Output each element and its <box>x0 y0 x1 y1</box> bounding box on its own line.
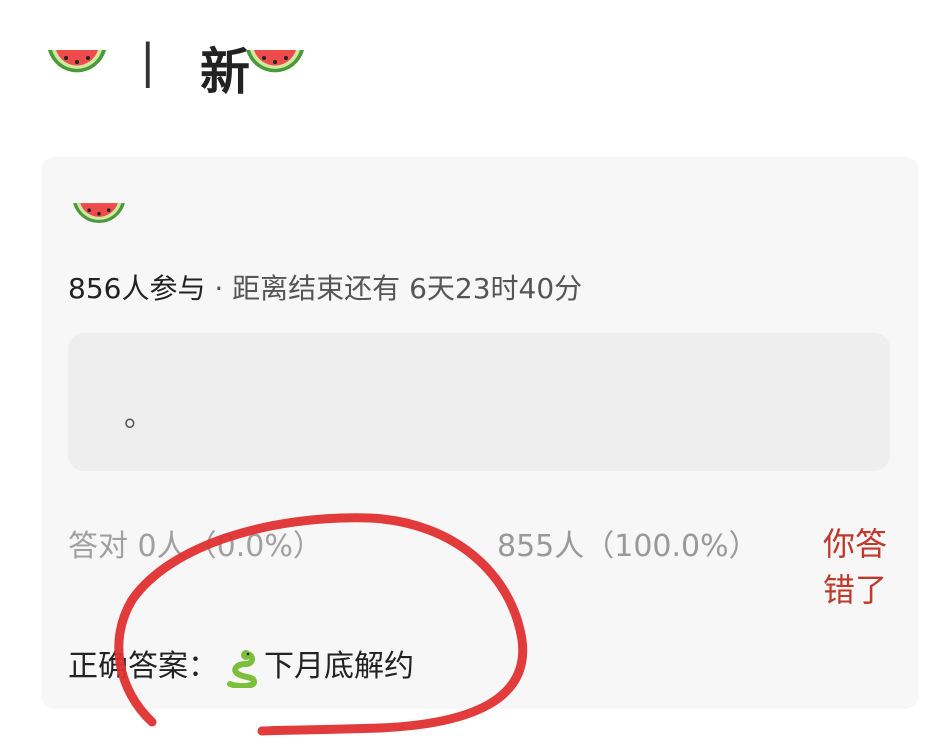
watermelon-icon <box>246 50 304 73</box>
poll-deadline: 距离结束还有 6天23时40分 <box>232 272 583 305</box>
meta-separator: · <box>214 272 224 305</box>
verdict-label: 你答错了 <box>823 525 888 609</box>
poll-option[interactable]: 。 <box>68 333 890 471</box>
snake-icon <box>227 649 258 688</box>
poll-card: 856人参与 · 距离结束还有 6天23时40分 。 答对 0人（0.0%） 8… <box>41 157 919 709</box>
correct-answer: 正确答案： 下月底解约 <box>68 641 414 688</box>
poll-meta: 856人参与 · 距离结束还有 6天23时40分 <box>68 267 582 307</box>
poll-option-text: 。 <box>124 399 154 434</box>
answer-label: 正确答案： <box>68 649 218 684</box>
participant-count: 856人参与 <box>68 272 206 305</box>
watermelon-icon <box>48 50 106 73</box>
watermelon-icon <box>73 203 125 223</box>
answer-text: 下月底解约 <box>264 649 414 684</box>
title-divider: | <box>140 34 156 88</box>
wrong-stat: 855人（100.0%） <box>497 529 759 564</box>
correct-stat: 答对 0人（0.0%） <box>68 529 323 564</box>
header: | 新 <box>40 22 440 102</box>
